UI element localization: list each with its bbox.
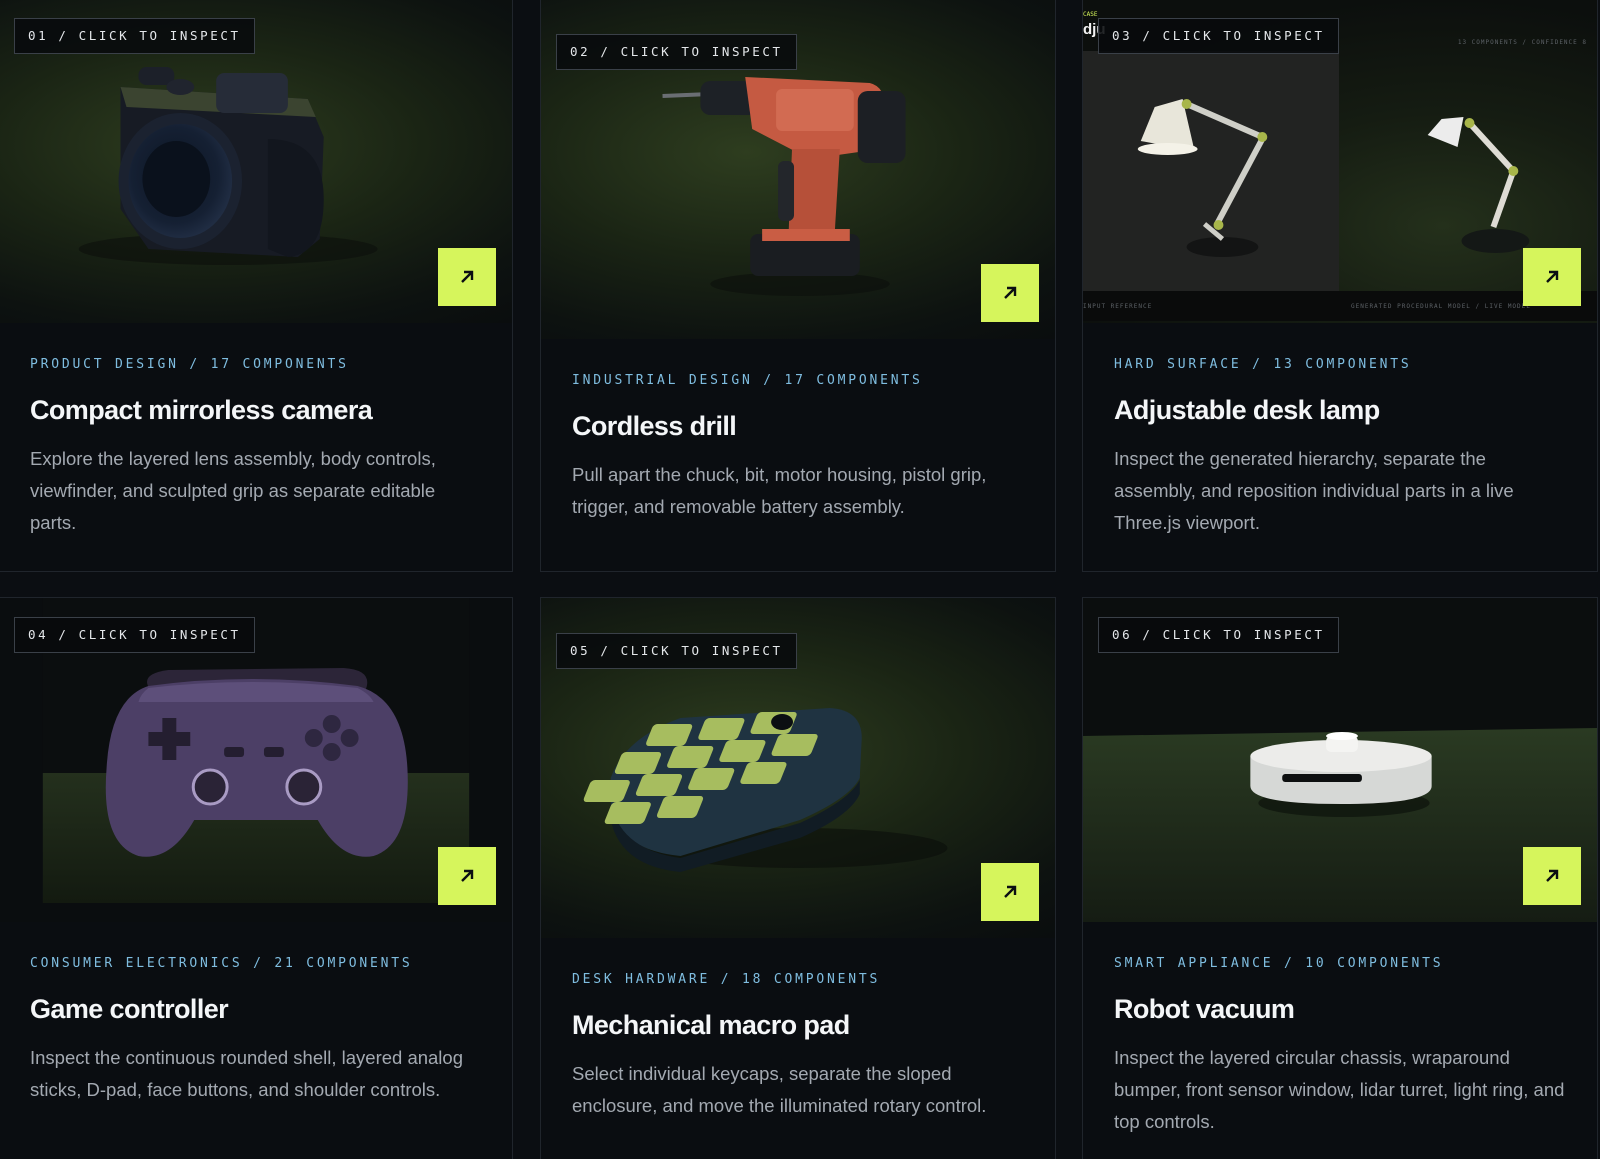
arrow-up-right-icon: [461, 270, 474, 283]
open-button[interactable]: [981, 863, 1039, 921]
category-meta: HARD SURFACE / 13 COMPONENTS: [1114, 357, 1412, 372]
category-meta: DESK HARDWARE / 18 COMPONENTS: [572, 972, 881, 987]
inspect-tag: 02 / CLICK TO INSPECT: [556, 34, 797, 70]
card-title: Adjustable desk lamp: [1114, 395, 1380, 425]
category-meta: CONSUMER ELECTRONICS / 21 COMPONENTS: [30, 956, 413, 971]
card-title: Compact mirrorless camera: [30, 395, 373, 425]
showcase-card-drill[interactable]: 02 / CLICK TO INSPECT INDUSTRIAL DESIGN …: [540, 0, 1056, 572]
card-title: Cordless drill: [572, 411, 737, 441]
inspect-tag: 06 / CLICK TO INSPECT: [1098, 617, 1339, 653]
card-preview: 05 / CLICK TO INSPECT: [541, 598, 1055, 938]
arrow-up-right-icon: [1546, 270, 1559, 283]
arrow-up-right-icon: [461, 869, 474, 882]
card-preview: 04 / CLICK TO INSPECT: [0, 598, 512, 922]
showcase-card-game-controller[interactable]: 04 / CLICK TO INSPECT CONSUMER ELECTRONI…: [0, 597, 513, 1159]
open-button[interactable]: [438, 248, 496, 306]
open-button[interactable]: [1523, 847, 1581, 905]
inspect-tag: 05 / CLICK TO INSPECT: [556, 633, 797, 669]
inspect-tag: 04 / CLICK TO INSPECT: [14, 617, 255, 653]
card-description: Pull apart the chuck, bit, motor housing…: [572, 464, 987, 517]
showcase-card-robot-vacuum[interactable]: 06 / CLICK TO INSPECT SMART APPLIANCE / …: [1082, 597, 1598, 1159]
category-meta: PRODUCT DESIGN / 17 COMPONENTS: [30, 357, 349, 372]
preview-input-label: INPUT REFERENCE: [1083, 303, 1153, 310]
showcase-grid: 01 / CLICK TO INSPECT PRODUCT DESIGN / 1…: [0, 0, 1600, 1159]
showcase-card-macro-pad[interactable]: 05 / CLICK TO INSPECT DESK HARDWARE / 18…: [540, 597, 1056, 1159]
card-description: Select individual keycaps, separate the …: [572, 1063, 987, 1116]
preview-case-label: CASE: [1083, 11, 1098, 18]
open-button[interactable]: [981, 264, 1039, 322]
arrow-up-right-icon: [1546, 869, 1559, 882]
preview-components-label: 13 COMPONENTS / CONFIDENCE 8: [1457, 39, 1587, 46]
inspect-tag: 03 / CLICK TO INSPECT: [1098, 18, 1339, 54]
card-preview: 02 / CLICK TO INSPECT: [541, 0, 1055, 339]
card-title: Game controller: [30, 994, 229, 1024]
open-button[interactable]: [438, 847, 496, 905]
arrow-up-right-icon: [1004, 286, 1017, 299]
inspect-tag: 01 / CLICK TO INSPECT: [14, 18, 255, 54]
arrow-up-right-icon: [1004, 885, 1017, 898]
card-title: Mechanical macro pad: [572, 1010, 850, 1040]
preview-generated-label: GENERATED PROCEDURAL MODEL / LIVE MODEL: [1351, 303, 1531, 310]
category-meta: INDUSTRIAL DESIGN / 17 COMPONENTS: [572, 373, 923, 388]
card-preview: CASE dju 13 COMPONENTS / CONFIDENCE 8 IN…: [1083, 0, 1597, 323]
category-meta: SMART APPLIANCE / 10 COMPONENTS: [1114, 956, 1444, 971]
card-preview: 01 / CLICK TO INSPECT: [0, 0, 512, 323]
card-preview: 06 / CLICK TO INSPECT: [1083, 598, 1597, 922]
open-button[interactable]: [1523, 248, 1581, 306]
showcase-card-camera[interactable]: 01 / CLICK TO INSPECT PRODUCT DESIGN / 1…: [0, 0, 513, 572]
card-description: Inspect the continuous rounded shell, la…: [30, 1047, 463, 1100]
card-description: Inspect the generated hierarchy, separat…: [1114, 448, 1514, 533]
showcase-card-desk-lamp[interactable]: CASE dju 13 COMPONENTS / CONFIDENCE 8 IN…: [1082, 0, 1598, 572]
card-description: Explore the layered lens assembly, body …: [30, 448, 436, 533]
card-title: Robot vacuum: [1114, 994, 1295, 1024]
card-description: Inspect the layered circular chassis, wr…: [1114, 1047, 1565, 1132]
